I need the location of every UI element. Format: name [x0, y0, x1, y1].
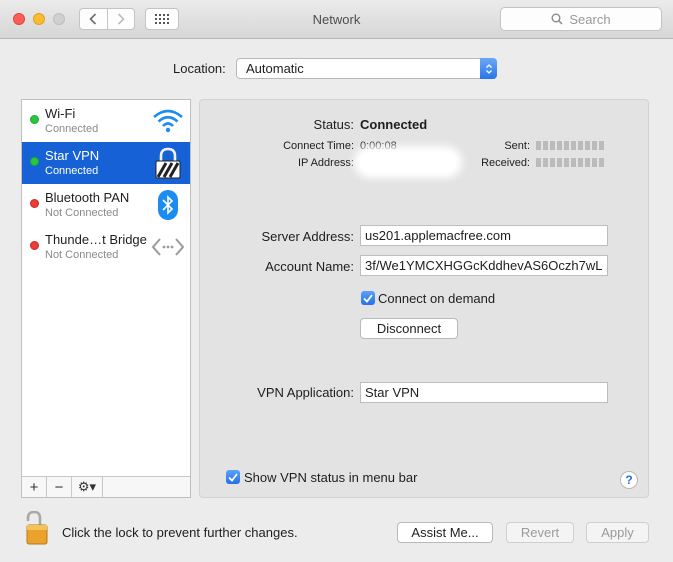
search-icon: [551, 13, 563, 25]
received-meter: [536, 158, 606, 167]
connect-on-demand-checkbox[interactable]: [361, 291, 375, 305]
ip-address-value-redacted: [360, 152, 456, 172]
service-item-wifi[interactable]: Wi-Fi Connected: [22, 100, 190, 142]
search-placeholder: Search: [569, 11, 611, 27]
status-dot-connected: [30, 157, 39, 166]
service-status: Connected: [45, 123, 99, 135]
service-item-star-vpn[interactable]: Star VPN Connected: [22, 142, 190, 184]
add-service-button[interactable]: +: [22, 477, 47, 497]
title-bar: Network Search: [0, 0, 673, 39]
sent-meter: [536, 141, 606, 150]
account-name-field[interactable]: 3f/We1YMCXHGGcKddhevAS6Oczh7wL: [360, 255, 608, 276]
gear-menu-button[interactable]: ⚙▾: [72, 477, 103, 497]
service-status: Connected: [45, 165, 99, 177]
status-value: Connected: [360, 117, 428, 132]
connect-time-label: Connect Time:: [283, 140, 354, 152]
checkmark-icon: [363, 293, 373, 303]
service-item-thunderbolt-bridge[interactable]: Thunde…t Bridge Not Connected: [22, 226, 190, 268]
status-dot-connected: [30, 115, 39, 124]
vpn-lock-icon: [152, 147, 184, 179]
service-name: Thunde…t Bridge: [45, 232, 147, 247]
network-preferences-window: Network Search Location: Automatic Wi-Fi…: [0, 0, 673, 562]
wifi-icon: [152, 105, 184, 137]
service-name: Wi-Fi: [45, 106, 76, 121]
server-address-field[interactable]: us201.applemacfree.com: [360, 225, 608, 246]
lock-open-icon[interactable]: [24, 510, 50, 545]
vpn-application-label: VPN Application:: [257, 385, 354, 400]
assist-me-button[interactable]: Assist Me...: [397, 522, 493, 543]
show-vpn-status-label[interactable]: Show VPN status in menu bar: [244, 470, 417, 485]
vpn-application-field[interactable]: Star VPN: [360, 382, 608, 403]
service-list-toolbar: + − ⚙▾: [22, 476, 190, 497]
service-list: Wi-Fi Connected Star VPN Connected Bluet…: [21, 99, 191, 498]
apply-button[interactable]: Apply: [586, 522, 649, 543]
updown-arrows-icon: [480, 58, 497, 79]
service-status: Not Connected: [45, 249, 119, 261]
status-dot-not-connected: [30, 241, 39, 250]
disconnect-button[interactable]: Disconnect: [360, 318, 458, 339]
server-address-label: Server Address:: [261, 229, 355, 244]
help-button[interactable]: ?: [620, 471, 638, 489]
connect-time-value: 0:00:08: [360, 140, 397, 152]
ip-address-label: IP Address:: [297, 157, 354, 169]
service-name: Bluetooth PAN: [45, 190, 130, 205]
status-label: Status:: [313, 117, 354, 132]
connect-on-demand-label[interactable]: Connect on demand: [378, 291, 495, 306]
lock-message: Click the lock to prevent further change…: [62, 525, 298, 540]
received-label: Received:: [481, 157, 530, 169]
location-label: Location:: [173, 61, 226, 76]
service-item-bluetooth-pan[interactable]: Bluetooth PAN Not Connected: [22, 184, 190, 226]
revert-button[interactable]: Revert: [506, 522, 574, 543]
search-input[interactable]: Search: [500, 7, 662, 31]
status-dot-not-connected: [30, 199, 39, 208]
location-value: Automatic: [246, 61, 304, 76]
service-status: Not Connected: [45, 207, 119, 219]
show-vpn-status-checkbox[interactable]: [226, 470, 240, 484]
sent-label: Sent:: [504, 140, 530, 152]
location-select[interactable]: Automatic: [236, 58, 497, 79]
bluetooth-icon: [152, 189, 184, 221]
thunderbolt-bridge-icon: [152, 231, 184, 263]
account-name-label: Account Name:: [265, 259, 354, 274]
checkmark-icon: [228, 472, 238, 482]
vpn-detail-panel: Status: Connected Connect Time: 0:00:08 …: [199, 99, 649, 498]
remove-service-button[interactable]: −: [47, 477, 72, 497]
service-name: Star VPN: [45, 148, 100, 163]
